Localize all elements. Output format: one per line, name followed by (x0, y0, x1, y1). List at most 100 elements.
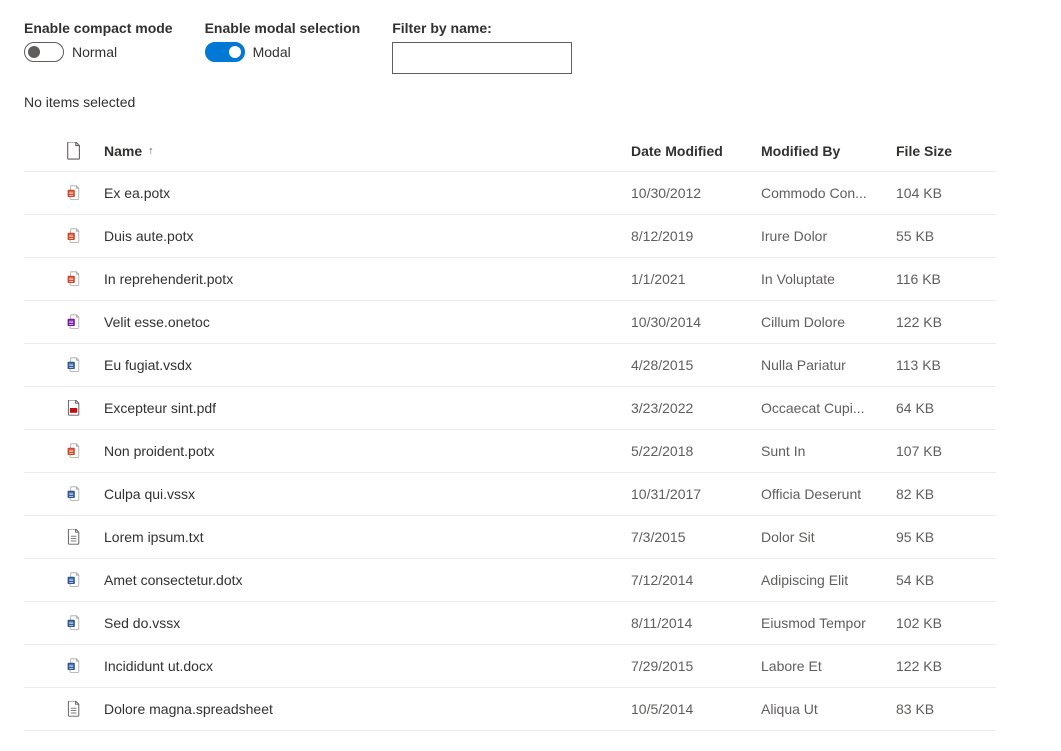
file-date: 8/12/2019 (631, 228, 761, 244)
file-size: 107 KB (896, 443, 996, 459)
column-header-modified-by[interactable]: Modified By (761, 143, 896, 159)
file-type-icon (60, 701, 104, 717)
file-date: 1/1/2021 (631, 271, 761, 287)
file-type-icon (60, 615, 104, 631)
sort-ascending-icon: ↑ (148, 145, 154, 157)
table-row[interactable]: Duis aute.potx8/12/2019Irure Dolor55 KB (24, 215, 996, 258)
file-generic-icon (66, 142, 82, 160)
file-size: 104 KB (896, 185, 996, 201)
filter-label: Filter by name: (392, 20, 572, 36)
file-type-icon (60, 443, 104, 459)
column-header-icon[interactable] (60, 142, 104, 160)
table-row[interactable]: Non proident.potx5/22/2018Sunt In107 KB (24, 430, 996, 473)
file-size: 83 KB (896, 701, 996, 717)
table-row[interactable]: Lorem ipsum.txt7/3/2015Dolor Sit95 KB (24, 516, 996, 559)
file-size: 95 KB (896, 529, 996, 545)
file-date: 4/28/2015 (631, 357, 761, 373)
file-name: Velit esse.onetoc (104, 314, 631, 330)
file-type-icon (60, 228, 104, 244)
file-type-icon (60, 314, 104, 330)
file-size: 122 KB (896, 658, 996, 674)
table-header: Name ↑ Date Modified Modified By File Si… (24, 130, 996, 172)
file-date: 7/29/2015 (631, 658, 761, 674)
file-name: Excepteur sint.pdf (104, 400, 631, 416)
file-name: Ex ea.potx (104, 185, 631, 201)
file-name: Non proident.potx (104, 443, 631, 459)
file-modified-by: Adipiscing Elit (761, 572, 896, 588)
table-row[interactable]: Excepteur sint.pdf3/23/2022Occaecat Cupi… (24, 387, 996, 430)
file-modified-by: Cillum Dolore (761, 314, 896, 330)
modal-selection-group: Enable modal selection Modal (205, 20, 361, 74)
filter-input[interactable] (392, 42, 572, 74)
table-row[interactable]: Amet consectetur.dotx7/12/2014Adipiscing… (24, 559, 996, 602)
file-size: 64 KB (896, 400, 996, 416)
file-name: Lorem ipsum.txt (104, 529, 631, 545)
file-type-icon (60, 400, 104, 416)
compact-mode-state: Normal (72, 44, 117, 60)
file-modified-by: Eiusmod Tempor (761, 615, 896, 631)
file-name: In reprehenderit.potx (104, 271, 631, 287)
file-type-icon (60, 658, 104, 674)
file-size: 113 KB (896, 357, 996, 373)
table-row[interactable]: Culpa qui.vssx10/31/2017Officia Deserunt… (24, 473, 996, 516)
table-row[interactable]: Eu fugiat.vsdx4/28/2015Nulla Pariatur113… (24, 344, 996, 387)
file-type-icon (60, 357, 104, 373)
file-name: Dolore magna.spreadsheet (104, 701, 631, 717)
modal-selection-state: Modal (253, 44, 291, 60)
file-date: 8/11/2014 (631, 615, 761, 631)
file-date: 10/30/2012 (631, 185, 761, 201)
table-row[interactable]: In reprehenderit.potx1/1/2021In Voluptat… (24, 258, 996, 301)
modal-selection-label: Enable modal selection (205, 20, 361, 36)
file-modified-by: Officia Deserunt (761, 486, 896, 502)
file-size: 82 KB (896, 486, 996, 502)
file-name: Culpa qui.vssx (104, 486, 631, 502)
file-date: 7/3/2015 (631, 529, 761, 545)
file-name: Sed do.vssx (104, 615, 631, 631)
file-modified-by: Dolor Sit (761, 529, 896, 545)
file-type-icon (60, 185, 104, 201)
file-size: 122 KB (896, 314, 996, 330)
file-date: 10/5/2014 (631, 701, 761, 717)
file-modified-by: Labore Et (761, 658, 896, 674)
file-modified-by: In Voluptate (761, 271, 896, 287)
table-row[interactable]: Sed do.vssx8/11/2014Eiusmod Tempor102 KB (24, 602, 996, 645)
file-modified-by: Occaecat Cupi... (761, 400, 896, 416)
modal-selection-toggle[interactable] (205, 42, 245, 62)
selection-status: No items selected (24, 94, 996, 110)
file-name: Duis aute.potx (104, 228, 631, 244)
file-size: 116 KB (896, 271, 996, 287)
filter-group: Filter by name: (392, 20, 572, 74)
file-date: 7/12/2014 (631, 572, 761, 588)
file-size: 54 KB (896, 572, 996, 588)
file-date: 10/30/2014 (631, 314, 761, 330)
column-header-size[interactable]: File Size (896, 143, 996, 159)
file-name: Eu fugiat.vsdx (104, 357, 631, 373)
table-row[interactable]: Incididunt ut.docx7/29/2015Labore Et122 … (24, 645, 996, 688)
file-type-icon (60, 271, 104, 287)
file-type-icon (60, 486, 104, 502)
file-date: 5/22/2018 (631, 443, 761, 459)
file-size: 55 KB (896, 228, 996, 244)
file-type-icon (60, 529, 104, 545)
compact-mode-group: Enable compact mode Normal (24, 20, 173, 74)
file-modified-by: Nulla Pariatur (761, 357, 896, 373)
file-date: 3/23/2022 (631, 400, 761, 416)
table-row[interactable]: Ex ea.potx10/30/2012Commodo Con...104 KB (24, 172, 996, 215)
controls-bar: Enable compact mode Normal Enable modal … (24, 20, 996, 74)
file-size: 102 KB (896, 615, 996, 631)
file-name: Incididunt ut.docx (104, 658, 631, 674)
file-modified-by: Aliqua Ut (761, 701, 896, 717)
file-modified-by: Sunt In (761, 443, 896, 459)
file-date: 10/31/2017 (631, 486, 761, 502)
compact-mode-label: Enable compact mode (24, 20, 173, 36)
column-header-date[interactable]: Date Modified (631, 143, 761, 159)
file-type-icon (60, 572, 104, 588)
table-row[interactable]: Velit esse.onetoc10/30/2014Cillum Dolore… (24, 301, 996, 344)
file-name: Amet consectetur.dotx (104, 572, 631, 588)
compact-mode-toggle[interactable] (24, 42, 64, 62)
column-header-name[interactable]: Name ↑ (104, 143, 631, 159)
table-row[interactable]: Dolore magna.spreadsheet10/5/2014Aliqua … (24, 688, 996, 731)
file-table: Name ↑ Date Modified Modified By File Si… (24, 130, 996, 731)
file-modified-by: Irure Dolor (761, 228, 896, 244)
file-modified-by: Commodo Con... (761, 185, 896, 201)
